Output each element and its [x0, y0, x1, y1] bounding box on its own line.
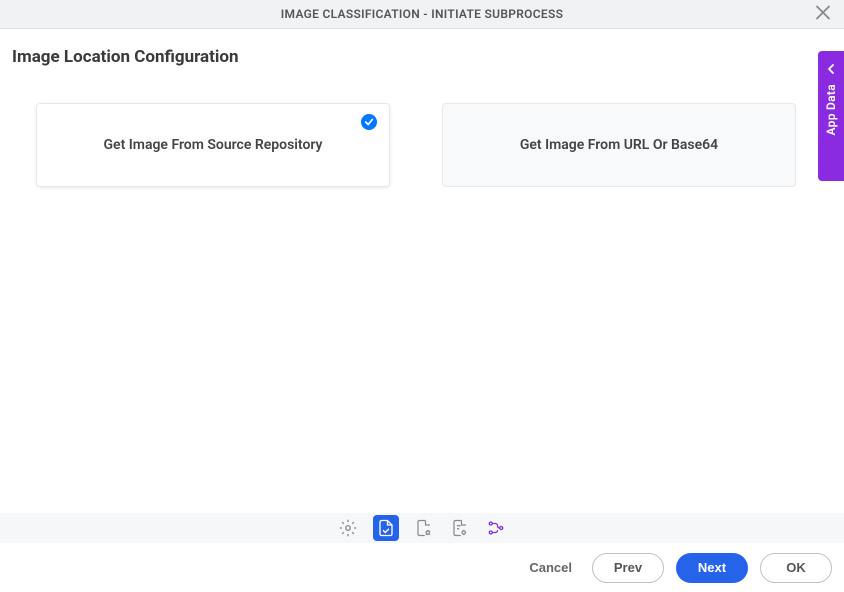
card-label: Get Image From Source Repository [104, 137, 323, 153]
app-data-tab[interactable]: App Data [818, 51, 844, 181]
dialog-footer: Cancel Prev Next OK [0, 543, 844, 592]
gear-icon[interactable] [337, 517, 359, 539]
close-icon[interactable] [812, 2, 834, 27]
card-source-repository[interactable]: Get Image From Source Repository [36, 103, 390, 187]
flow-icon[interactable] [485, 517, 507, 539]
dialog-title: IMAGE CLASSIFICATION - INITIATE SUBPROCE… [281, 7, 563, 21]
option-cards: Get Image From Source Repository Get Ima… [0, 67, 844, 187]
document-check-icon[interactable] [373, 515, 399, 541]
document-settings-icon[interactable] [449, 517, 471, 539]
side-tab-label: App Data [824, 84, 838, 135]
chevron-left-icon [826, 59, 836, 78]
next-button[interactable]: Next [676, 553, 748, 583]
check-icon [361, 114, 377, 130]
step-toolbar [0, 513, 844, 543]
prev-button[interactable]: Prev [592, 553, 664, 583]
ok-button[interactable]: OK [760, 553, 832, 583]
card-url-base64[interactable]: Get Image From URL Or Base64 [442, 103, 796, 187]
dialog-header: IMAGE CLASSIFICATION - INITIATE SUBPROCE… [0, 0, 844, 29]
document-gear-icon[interactable] [413, 517, 435, 539]
card-label: Get Image From URL Or Base64 [520, 137, 718, 153]
page-title: Image Location Configuration [0, 29, 844, 67]
cancel-button[interactable]: Cancel [521, 553, 580, 583]
